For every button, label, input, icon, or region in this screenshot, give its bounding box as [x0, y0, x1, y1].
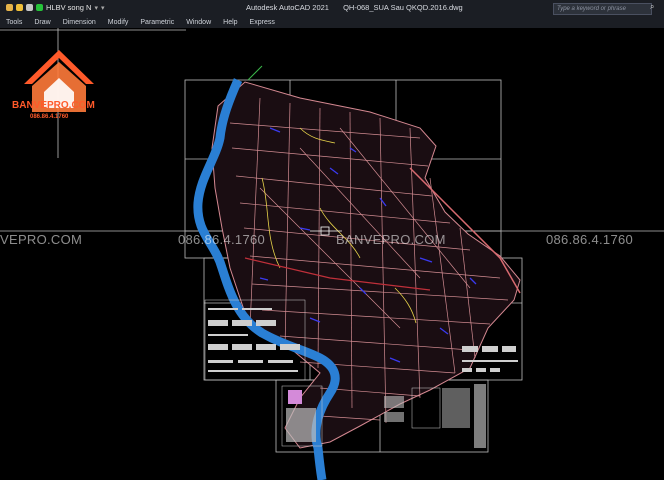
watermark-right-phone: 086.86.4.1760: [546, 232, 634, 247]
file-name: QH-068_SUA Sau QKQD.2016.dwg: [343, 3, 463, 12]
lock-icon[interactable]: [26, 4, 33, 11]
watermark-center-site: BANVEPRO.COM: [336, 232, 446, 247]
brand-name: BANVEPRO.COM: [12, 100, 95, 111]
menu-express[interactable]: Express: [244, 19, 281, 26]
title-bar: HLBV song N ▾ ▾ Autodesk AutoCAD 2021 QH…: [0, 0, 664, 16]
search-input[interactable]: Type a keyword or phrase: [553, 3, 652, 15]
north-line: [247, 65, 263, 81]
watermark-left: VEPRO.COM: [0, 232, 83, 247]
menu-draw[interactable]: Draw: [28, 19, 56, 26]
menu-modify[interactable]: Modify: [102, 19, 135, 26]
menu-tools[interactable]: Tools: [0, 19, 28, 26]
sun-icon[interactable]: [16, 4, 23, 11]
chevron-down-icon[interactable]: ▾: [94, 4, 98, 12]
layer-control[interactable]: HLBV song N ▾ ▾: [6, 3, 104, 12]
drawing-canvas[interactable]: BANVEPRO.COM 086.86.4.1760 VEPRO.COM 086…: [0, 28, 664, 480]
layer-color-icon: [36, 4, 43, 11]
lightbulb-icon[interactable]: [6, 4, 13, 11]
menu-parametric[interactable]: Parametric: [134, 19, 180, 26]
menu-help[interactable]: Help: [217, 19, 243, 26]
chevron-down-icon[interactable]: ▾: [101, 4, 105, 12]
brand-phone: 086.86.4.1760: [30, 114, 69, 120]
layer-name[interactable]: HLBV song N: [46, 3, 91, 12]
menu-window[interactable]: Window: [180, 19, 217, 26]
window-title: Autodesk AutoCAD 2021 QH-068_SUA Sau QKQ…: [246, 3, 475, 12]
menu-bar: Tools Draw Dimension Modify Parametric W…: [0, 16, 664, 28]
watermark-center-phone: 086.86.4.1760: [178, 232, 266, 247]
app-title: Autodesk AutoCAD 2021: [246, 3, 329, 12]
menu-dimension[interactable]: Dimension: [57, 19, 102, 26]
search-icon[interactable]: ⌕: [650, 2, 654, 12]
